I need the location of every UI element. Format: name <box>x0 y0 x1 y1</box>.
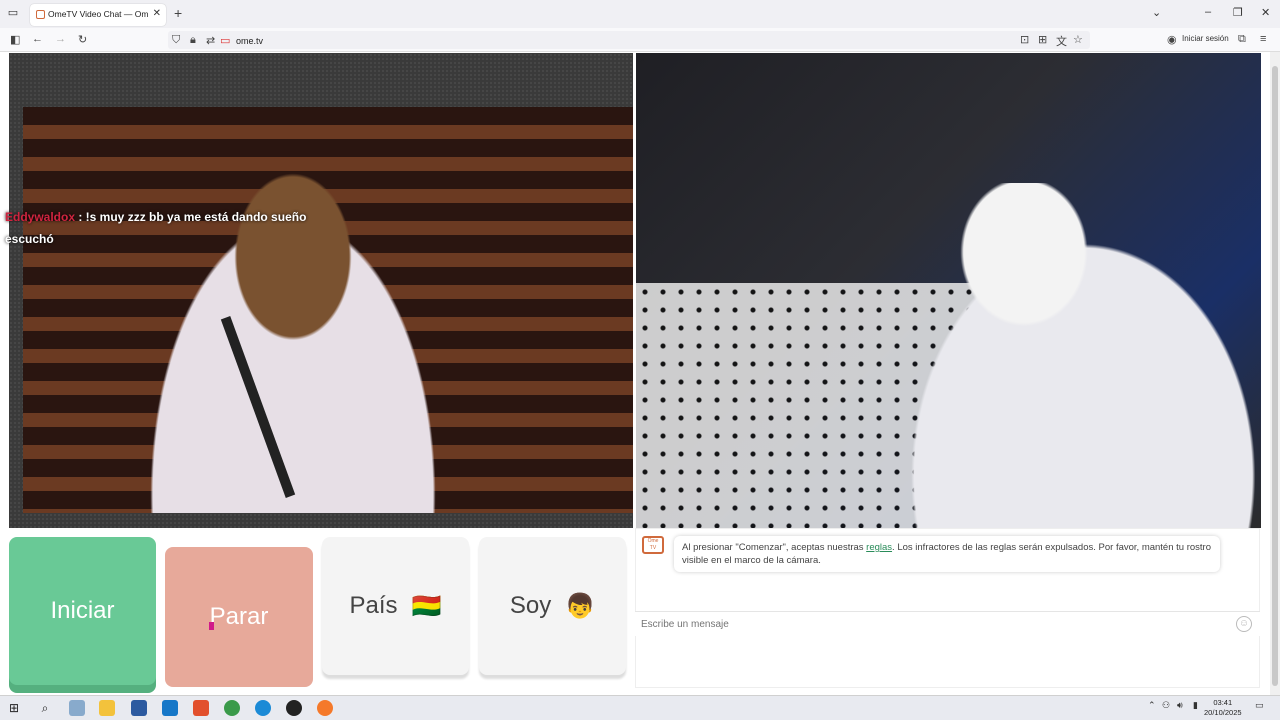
search-icon[interactable]: ⌕ <box>37 700 53 716</box>
ometv-bot-icon: Ome TV <box>642 536 664 554</box>
account-icon[interactable]: ◉ <box>1167 33 1177 46</box>
reload-icon[interactable]: ↻ <box>78 33 87 46</box>
sign-in-link[interactable]: Iniciar sesión <box>1182 34 1229 43</box>
extensions-icon[interactable]: ⧉ <box>1238 33 1246 46</box>
stranger-image <box>113 147 473 513</box>
clock-date: 20/10/2025 <box>1204 708 1242 717</box>
network-icon[interactable]: ⚇ <box>1162 700 1170 711</box>
restore-icon[interactable]: ❐ <box>1233 6 1243 19</box>
tab-title: OmeTV Video Chat — Omegle <box>48 9 148 19</box>
mouse-cursor-icon <box>209 622 214 630</box>
bookmark-star-icon[interactable]: ☆ <box>1073 33 1083 46</box>
windows-start-icon[interactable]: ⊞ <box>6 700 22 716</box>
scrollbar-thumb[interactable] <box>1272 66 1278 686</box>
gender-label: Soy <box>509 592 552 619</box>
edge-icon[interactable] <box>255 700 271 716</box>
self-video <box>636 53 1261 528</box>
tab-close-icon[interactable]: ✕ <box>153 8 161 19</box>
overlay-chat-line: escuchó <box>5 232 54 246</box>
message-input[interactable] <box>641 616 1221 632</box>
save-page-icon[interactable]: ⊞ <box>1038 33 1047 46</box>
window-close-icon[interactable]: ✕ <box>1261 6 1270 19</box>
ometv-page: Eddywaldox : !s muy zzz bb ya me está da… <box>0 52 1270 695</box>
system-clock[interactable]: 03:41 20/10/2025 <box>1204 698 1242 718</box>
video-frame <box>23 107 633 513</box>
store-icon[interactable] <box>131 700 147 716</box>
emoji-icon[interactable]: ☺ <box>1236 616 1252 632</box>
copilot-icon[interactable] <box>69 700 85 716</box>
navigation-bar: ◧ ← → ↻ ⛉ 🔒︎ ⇄ ▭ ome.tv ⊡ ⊞ 文 ☆ ◉ Inicia… <box>0 28 1280 52</box>
self-image <box>866 183 1261 528</box>
windows-taskbar: ⊞ ⌕ ⌃ ⚇ 🔊︎ ▮ 03:41 20/10/2025 ▭ <box>0 695 1280 720</box>
stop-button[interactable]: Parar <box>165 547 313 687</box>
screenshot-icon[interactable]: ⊡ <box>1020 33 1029 46</box>
chat-panel: Ome TV Al presionar "Comenzar", aceptas … <box>635 528 1260 688</box>
browser-tab[interactable]: OmeTV Video Chat — Omegle ✕ <box>30 4 166 26</box>
country-label: País <box>349 592 398 619</box>
forward-icon[interactable]: → <box>55 33 66 45</box>
outlook-icon[interactable] <box>162 700 178 716</box>
minimize-icon[interactable]: – <box>1205 6 1211 18</box>
menu-icon[interactable]: ≡ <box>1260 33 1266 45</box>
volume-icon[interactable]: 🔊︎ <box>1177 700 1183 711</box>
tab-list-icon[interactable]: ▭ <box>4 6 22 22</box>
brave-icon[interactable] <box>193 700 209 716</box>
new-tab-button[interactable]: + <box>174 5 182 21</box>
start-button[interactable]: Iniciar <box>9 537 156 685</box>
overlay-chat-line: Eddywaldox : !s muy zzz bb ya me está da… <box>5 210 306 224</box>
shield-icon[interactable]: ⛉ <box>172 34 180 47</box>
chevron-down-icon[interactable]: ⌄ <box>1152 6 1161 19</box>
message-composer: ☺ <box>635 611 1260 636</box>
overlay-username: Eddywaldox <box>5 210 76 224</box>
address-bar[interactable]: ⛉ 🔒︎ ⇄ ▭ <box>168 31 1090 49</box>
file-explorer-icon[interactable] <box>99 700 115 716</box>
permissions-icon[interactable]: ⇄ <box>206 34 215 47</box>
overlay-message: escuchó <box>5 232 54 246</box>
page-scrollbar[interactable] <box>1270 52 1280 695</box>
lock-icon[interactable]: 🔒︎ <box>190 34 196 47</box>
obs-icon[interactable] <box>286 700 302 716</box>
clock-time: 03:41 <box>1213 698 1233 707</box>
translate-icon[interactable]: 文 <box>1056 33 1067 49</box>
start-label: Iniciar <box>50 597 115 624</box>
chrome-icon[interactable] <box>224 700 240 716</box>
stop-label: Parar <box>209 603 269 630</box>
system-message: Al presionar "Comenzar", aceptas nuestra… <box>674 536 1220 572</box>
battery-icon[interactable]: ▮ <box>1193 700 1198 711</box>
browser-tab-bar: ▭ OmeTV Video Chat — Omegle ✕ + ⌄ – ❐ ✕ <box>0 0 1280 28</box>
ometv-favicon-icon <box>36 10 45 19</box>
gender-button[interactable]: Soy 👦 <box>479 537 626 675</box>
stranger-video <box>9 53 633 528</box>
firefox-icon[interactable] <box>317 700 333 716</box>
system-message-text: Al presionar "Comenzar", aceptas nuestra… <box>682 542 867 553</box>
sidebar-icon[interactable]: ◧ <box>10 33 20 46</box>
bolivia-flag-icon: 🇧🇴 <box>411 592 442 620</box>
back-icon[interactable]: ← <box>32 33 43 45</box>
country-button[interactable]: País 🇧🇴 <box>322 537 469 675</box>
url-text[interactable]: ome.tv <box>236 36 263 46</box>
boy-icon: 👦 <box>565 592 596 620</box>
tray-chevron-icon[interactable]: ⌃ <box>1148 700 1156 711</box>
camera-icon[interactable]: ▭ <box>220 34 230 47</box>
notifications-icon[interactable]: ▭ <box>1255 700 1264 711</box>
rules-link[interactable]: reglas <box>866 542 892 553</box>
overlay-message: : !s muy zzz bb ya me está dando sueño <box>75 210 307 224</box>
